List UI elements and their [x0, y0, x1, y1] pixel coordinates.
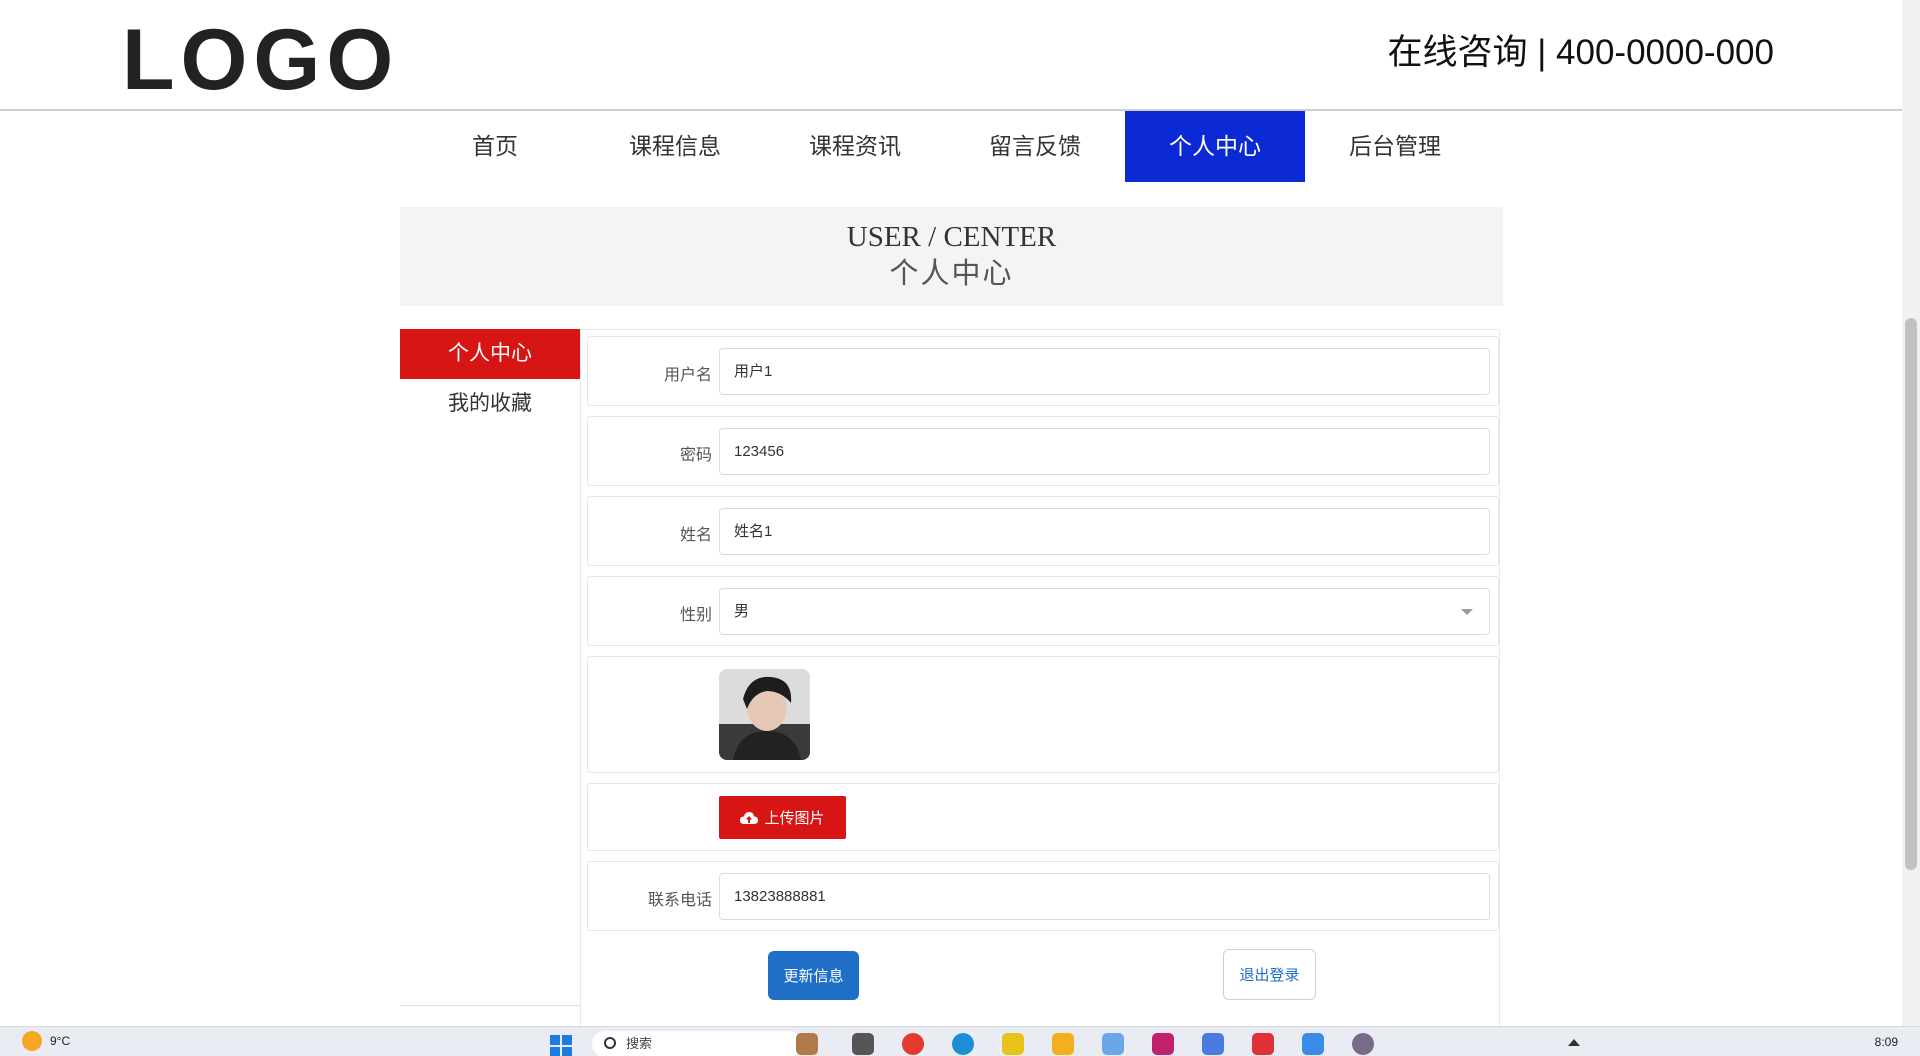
main-nav: 首页 课程信息 课程资讯 留言反馈 个人中心 后台管理 [405, 111, 1485, 182]
header: LOGO 在线咨询 | 400-0000-000 [0, 0, 1902, 111]
clock[interactable]: 8:09 [1875, 1035, 1898, 1049]
ide-icon[interactable] [1152, 1033, 1174, 1055]
scrollbar-thumb[interactable] [1905, 318, 1917, 870]
hotline-text: 在线咨询 | 400-0000-000 [1387, 33, 1774, 72]
wps-icon[interactable] [1252, 1033, 1274, 1055]
edge-icon[interactable] [952, 1033, 974, 1055]
sidebar-item-favorites[interactable]: 我的收藏 [400, 379, 580, 429]
taskbar: 9°C 搜索 8:09 [0, 1026, 1920, 1056]
gender-select[interactable]: 男 [719, 588, 1490, 635]
sidebar-item-user-center[interactable]: 个人中心 [400, 329, 580, 379]
windows-start-icon[interactable] [550, 1035, 572, 1056]
chrome-icon[interactable] [902, 1033, 924, 1055]
form-row-phone: 联系电话 13823888881 [587, 861, 1499, 931]
logout-button[interactable]: 退出登录 [1223, 949, 1316, 1000]
update-info-button[interactable]: 更新信息 [768, 951, 859, 1000]
notepad-icon[interactable] [1302, 1033, 1324, 1055]
avatar [719, 669, 810, 760]
taskbar-search-label: 搜索 [626, 1036, 653, 1051]
gender-label: 性别 [679, 607, 712, 624]
upload-image-label: 上传图片 [764, 810, 825, 827]
username-label: 用户名 [663, 367, 712, 384]
password-input[interactable]: 123456 [719, 428, 1490, 475]
task-view-icon[interactable] [852, 1033, 874, 1055]
logo: LOGO [122, 12, 400, 108]
avatar-image [719, 669, 810, 760]
nav-item-user-center[interactable]: 个人中心 [1125, 111, 1305, 182]
phone-input[interactable]: 13823888881 [719, 873, 1490, 920]
tray-expand-icon[interactable] [1568, 1039, 1580, 1046]
page-banner: USER / CENTER 个人中心 [400, 207, 1503, 306]
scrollbar-track[interactable] [1902, 0, 1920, 1026]
folder-icon[interactable] [1052, 1033, 1074, 1055]
page-title-cn: 个人中心 [889, 258, 1014, 290]
weather-widget[interactable]: 9°C [22, 1031, 70, 1051]
nav-item-admin[interactable]: 后台管理 [1305, 111, 1485, 182]
form-row-password: 密码 123456 [587, 416, 1499, 486]
form-row-avatar [587, 656, 1499, 773]
nav-item-feedback[interactable]: 留言反馈 [945, 111, 1125, 182]
search-icon [604, 1037, 616, 1049]
app-icon[interactable] [1002, 1033, 1024, 1055]
taskbar-search[interactable]: 搜索 [592, 1031, 802, 1056]
temperature: 9°C [50, 1034, 71, 1048]
password-label: 密码 [679, 447, 712, 464]
form-row-username: 用户名 用户1 [587, 336, 1499, 406]
nav-item-home[interactable]: 首页 [405, 111, 585, 182]
app-icon[interactable] [1352, 1033, 1374, 1055]
gender-select-value: 男 [734, 603, 750, 620]
form-row-upload: 上传图片 [587, 783, 1499, 851]
profile-form: 用户名 用户1 密码 123456 姓名 姓名1 性别 男 上传图片 联系电话 … [580, 329, 1500, 1056]
page: LOGO 在线咨询 | 400-0000-000 首页 课程信息 课程资讯 留言… [0, 0, 1920, 1056]
app-icon[interactable] [1102, 1033, 1124, 1055]
sun-icon [22, 1031, 42, 1051]
app-icon[interactable] [796, 1033, 818, 1055]
nav-item-course-news[interactable]: 课程资讯 [765, 111, 945, 182]
form-row-gender: 性别 男 [587, 576, 1499, 646]
page-title-en: USER / CENTER [846, 221, 1057, 253]
cloud-upload-icon [740, 811, 759, 824]
form-row-name: 姓名 姓名1 [587, 496, 1499, 566]
phone-label: 联系电话 [647, 892, 712, 909]
username-input[interactable]: 用户1 [719, 348, 1490, 395]
app-icon[interactable] [1202, 1033, 1224, 1055]
nav-item-course-info[interactable]: 课程信息 [585, 111, 765, 182]
sidebar: 个人中心 我的收藏 [400, 329, 580, 1006]
name-input[interactable]: 姓名1 [719, 508, 1490, 555]
name-label: 姓名 [679, 527, 712, 544]
chevron-down-icon [1461, 609, 1473, 615]
upload-image-button[interactable]: 上传图片 [719, 796, 846, 839]
